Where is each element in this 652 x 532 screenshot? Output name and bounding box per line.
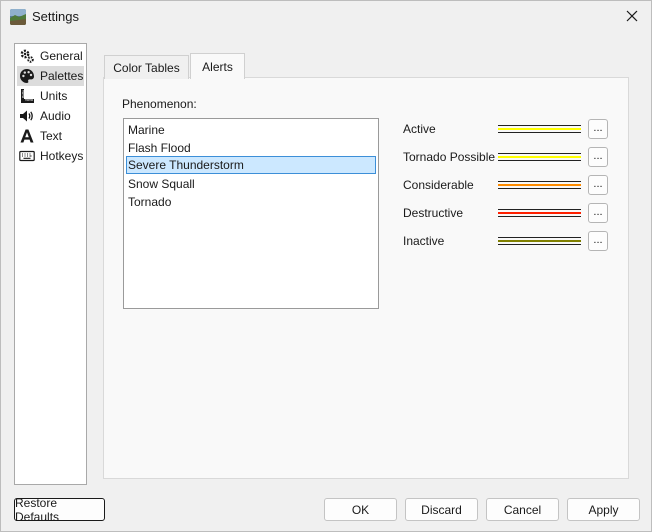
list-item[interactable]: Marine [126,121,376,139]
restore-defaults-button[interactable]: Restore Defaults [14,496,105,524]
phenomenon-label: Phenomenon: [122,97,197,111]
tab-color-tables[interactable]: Color Tables [104,55,189,79]
sidebar-item-text[interactable]: Text [17,126,84,146]
phenomenon-list[interactable]: Marine Flash Flood Severe Thunderstorm S… [123,118,379,309]
alert-label-considerable: Considerable [403,178,474,192]
tab-alerts[interactable]: Alerts [190,53,245,79]
sidebar-item-label: Units [40,89,68,103]
edit-color-button-active[interactable]: ... [588,119,608,139]
palette-icon [19,68,35,84]
window-title: Settings [32,9,79,24]
apply-button[interactable]: Apply [567,498,640,521]
alert-label-active: Active [403,122,436,136]
sidebar-item-general[interactable]: General [17,46,84,66]
sidebar-item-audio[interactable]: Audio [17,106,84,126]
color-swatch-active [498,125,581,133]
sidebar-item-palettes[interactable]: Palettes [17,66,84,86]
keyboard-icon [19,148,35,164]
alert-label-tornado-possible: Tornado Possible [403,150,496,164]
edit-color-button-inactive[interactable]: ... [588,231,608,251]
ruler-icon [19,88,35,104]
discard-button[interactable]: Discard [405,498,478,521]
list-item[interactable]: Flash Flood [126,139,376,157]
edit-color-button-tornado-possible[interactable]: ... [588,147,608,167]
settings-sidebar: General Palettes Units Audio Text Hotkey… [14,43,87,485]
list-item-selected[interactable]: Severe Thunderstorm [126,156,376,174]
alert-label-destructive: Destructive [403,206,464,220]
text-icon [19,128,35,144]
sidebar-item-label: General [40,49,83,63]
list-item[interactable]: Tornado [126,193,376,211]
title-bar: Settings [1,1,651,33]
sidebar-item-label: Palettes [40,69,84,83]
sidebar-item-units[interactable]: Units [17,86,84,106]
sidebar-item-label: Audio [40,109,71,123]
color-swatch-tornado-possible [498,153,581,161]
close-icon [626,10,638,22]
edit-color-button-considerable[interactable]: ... [588,175,608,195]
list-item[interactable]: Snow Squall [126,175,376,193]
settings-window: Settings General Palettes Units Audio Te… [0,0,652,532]
alert-label-inactive: Inactive [403,234,445,248]
color-swatch-inactive [498,237,581,245]
speaker-icon [19,108,35,124]
sidebar-item-label: Hotkeys [40,149,84,163]
edit-color-button-destructive[interactable]: ... [588,203,608,223]
sidebar-item-hotkeys[interactable]: Hotkeys [17,146,84,166]
app-icon [10,9,26,25]
gears-icon [19,48,35,64]
ok-button[interactable]: OK [324,498,397,521]
cancel-button[interactable]: Cancel [486,498,559,521]
color-swatch-destructive [498,209,581,217]
sidebar-item-label: Text [40,129,63,143]
color-swatch-considerable [498,181,581,189]
close-button[interactable] [613,1,651,31]
